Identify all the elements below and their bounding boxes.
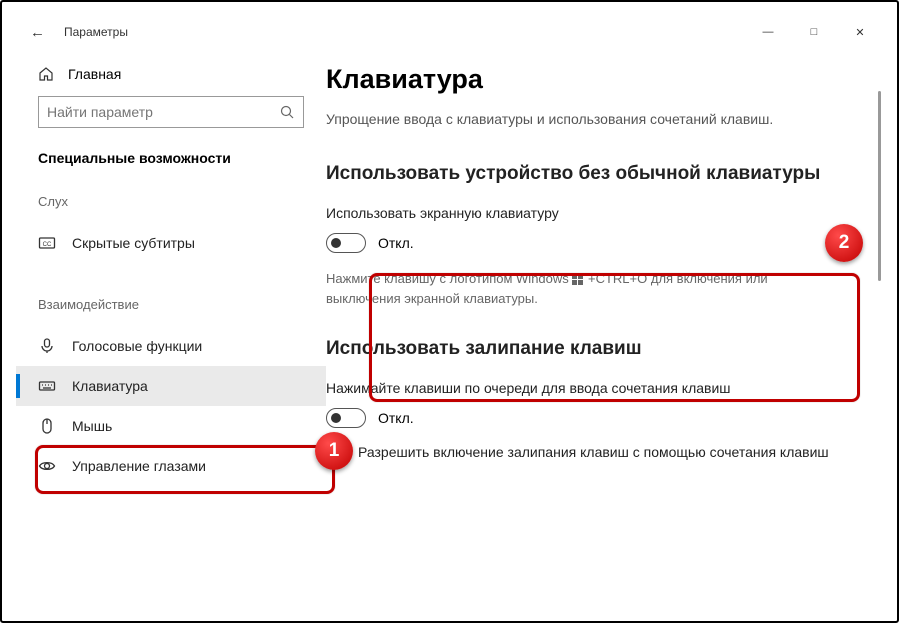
page-subtitle: Упрощение ввода с клавиатуры и использов…	[326, 111, 843, 127]
svg-text:CC: CC	[43, 242, 52, 248]
titlebar: ← Параметры — □ ✕	[16, 16, 883, 48]
windows-logo-icon	[572, 274, 584, 286]
settings-group-title: Специальные возможности	[16, 146, 326, 188]
window-controls: — □ ✕	[745, 16, 883, 48]
microphone-icon	[38, 337, 56, 355]
mouse-icon	[38, 417, 56, 435]
eye-icon	[38, 457, 56, 475]
home-icon	[38, 66, 54, 82]
cc-icon: CC	[38, 234, 56, 252]
nav-label: Голосовые функции	[72, 338, 202, 354]
sticky-shortcut-checkbox[interactable]: ✓	[326, 444, 346, 464]
sidebar-item-speech[interactable]: Голосовые функции	[16, 326, 326, 366]
close-button[interactable]: ✕	[837, 16, 883, 48]
home-label: Главная	[68, 66, 121, 82]
window-title: Параметры	[64, 25, 128, 39]
nav-label: Управление глазами	[72, 458, 206, 474]
nav-label: Скрытые субтитры	[72, 235, 195, 251]
category-interaction: Взаимодействие	[16, 291, 326, 326]
page-title: Клавиатура	[326, 64, 843, 95]
sidebar-item-eye-control[interactable]: Управление глазами	[16, 446, 326, 486]
sticky-shortcut-label: Разрешить включение залипания клавиш с п…	[358, 444, 829, 460]
content-pane: Клавиатура Упрощение ввода с клавиатуры …	[326, 48, 883, 607]
category-hearing: Слух	[16, 188, 326, 223]
sticky-setting-label: Нажимайте клавиши по очереди для ввода с…	[326, 380, 843, 396]
section-heading-osk: Использовать устройство без обычной клав…	[326, 163, 843, 185]
sidebar-item-closed-captions[interactable]: CC Скрытые субтитры	[16, 223, 326, 263]
sticky-toggle-state: Откл.	[378, 410, 414, 426]
minimize-button[interactable]: —	[745, 16, 791, 48]
osk-hint: Нажмите клавишу с логотипом Windows +CTR…	[326, 269, 796, 308]
nav-label: Клавиатура	[72, 378, 148, 394]
sticky-toggle[interactable]	[326, 408, 366, 428]
osk-toggle-state: Откл.	[378, 235, 414, 251]
sidebar-item-mouse[interactable]: Мышь	[16, 406, 326, 446]
home-link[interactable]: Главная	[16, 58, 326, 96]
section-heading-sticky: Использовать залипание клавиш	[326, 338, 843, 360]
scrollbar[interactable]	[878, 91, 881, 281]
osk-setting-label: Использовать экранную клавиатуру	[326, 205, 843, 221]
search-field[interactable]	[47, 104, 279, 120]
search-input[interactable]	[38, 96, 304, 128]
maximize-button[interactable]: □	[791, 16, 837, 48]
search-icon	[279, 104, 295, 120]
sidebar: Главная Специальные возможности Слух CC …	[16, 48, 326, 607]
osk-toggle[interactable]	[326, 233, 366, 253]
keyboard-icon	[38, 377, 56, 395]
nav-label: Мышь	[72, 418, 112, 434]
back-button[interactable]: ←	[30, 24, 50, 41]
sidebar-item-keyboard[interactable]: Клавиатура	[16, 366, 326, 406]
